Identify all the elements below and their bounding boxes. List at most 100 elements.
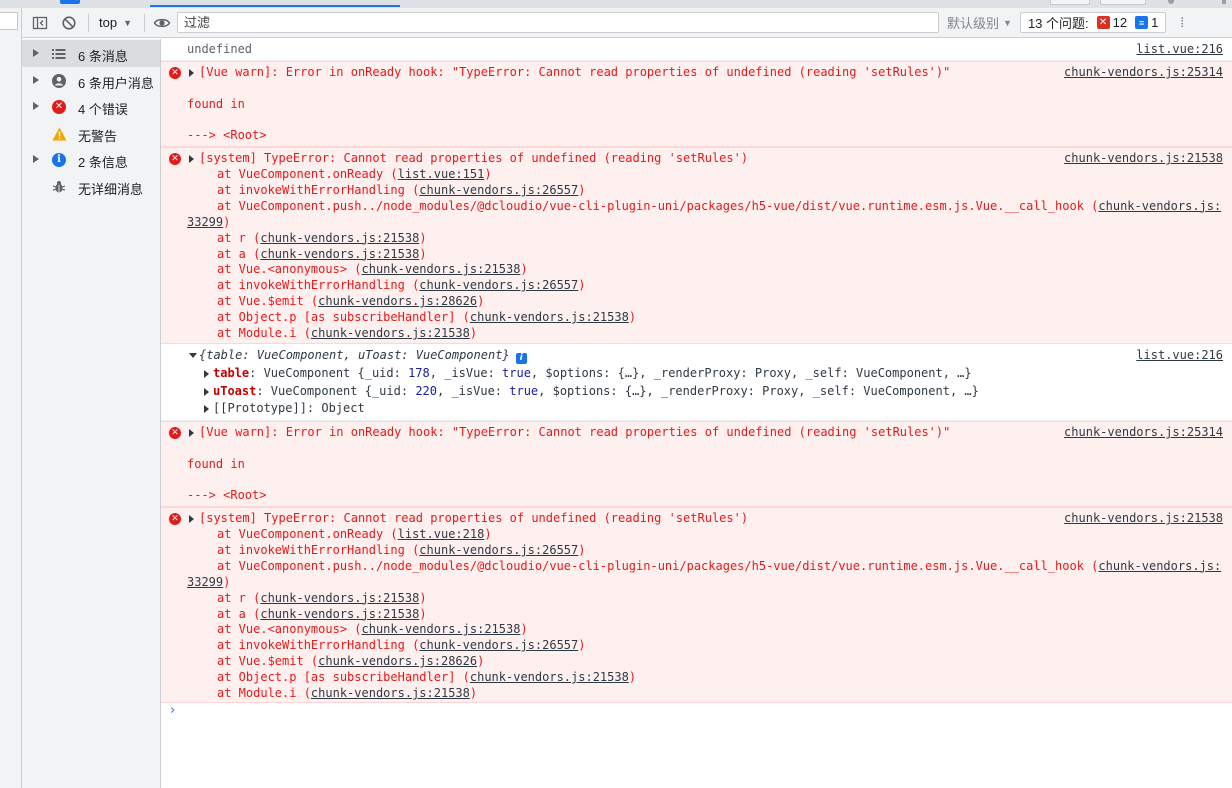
found-in-text: found in <box>187 97 245 111</box>
sidebar-item-user-messages[interactable]: 6 条用户消息 <box>22 67 160 94</box>
stack-frame: at Module.i (chunk-vendors.js:21538) <box>217 326 478 340</box>
browser-tab-strip <box>0 0 1232 8</box>
issues-label: 13 个问题: <box>1027 16 1089 31</box>
strip-dot-right <box>1222 0 1226 4</box>
stack-frame-link[interactable]: chunk-vendors.js:21538 <box>470 670 629 684</box>
expand-arrow-icon[interactable] <box>204 370 209 378</box>
source-link[interactable]: chunk-vendors.js:21538 <box>1064 151 1223 167</box>
live-expression-eye-icon[interactable] <box>151 12 173 34</box>
console-output: undefined list.vue:216 ✕ [Vue warn]: Err… <box>161 39 1232 788</box>
sidebar-item-verbose[interactable]: 无详细消息 <box>22 173 160 200</box>
left-edge-panel <box>0 8 22 788</box>
expand-arrow-icon[interactable] <box>204 405 209 413</box>
stack-frame: at VueComponent.onReady (list.vue:218) <box>217 527 492 541</box>
expand-arrow-icon[interactable] <box>189 515 194 523</box>
log-levels-label: 默认级别 <box>947 16 1000 31</box>
context-label: top <box>99 15 118 30</box>
stack-frame-link[interactable]: list.vue:151 <box>398 167 485 181</box>
error-text: [Vue warn]: Error in onReady hook: "Type… <box>199 425 951 439</box>
stack-frame: 33299) <box>187 214 231 229</box>
source-link[interactable]: chunk-vendors.js:21538 <box>1064 511 1223 527</box>
warning-icon <box>51 126 67 142</box>
context-caret-icon: ▼ <box>123 17 132 28</box>
sidebar-item-errors[interactable]: ✕ 4 个错误 <box>22 93 160 120</box>
stack-frame: at r (chunk-vendors.js:21538) <box>217 590 427 605</box>
settings-gear-icon[interactable]: ⁞ <box>1180 15 1184 30</box>
stack-frame-link[interactable]: chunk-vendors.js:21538 <box>260 231 419 245</box>
issues-button[interactable]: 13 个问题: ✕ 12 ≡ 1 <box>1019 12 1167 33</box>
filter-input[interactable] <box>177 12 939 33</box>
devtools-tab-underline <box>150 5 400 7</box>
stack-frame: at Vue.<anonymous> (chunk-vendors.js:215… <box>217 262 528 277</box>
strip-button-b[interactable] <box>1100 0 1146 5</box>
stack-frame-link[interactable]: chunk-vendors.js:28626 <box>318 294 477 308</box>
stack-frame-link[interactable]: chunk-vendors.js:21538 <box>362 262 521 276</box>
object-summary-line[interactable]: {table: VueComponent, uToast: VueCompone… <box>199 348 527 365</box>
stack-frame: at VueComponent.onReady (list.vue:151) <box>217 167 492 181</box>
sidebar-item-messages[interactable]: 6 条消息 <box>22 40 160 67</box>
stack-frame-link[interactable]: chunk-vendors.js:21538 <box>311 326 470 340</box>
stack-frame-link[interactable]: list.vue:218 <box>398 527 485 541</box>
console-log-message: undefined list.vue:216 <box>161 39 1232 61</box>
sidebar-toggle-icon[interactable] <box>29 12 51 34</box>
sidebar-item-info[interactable]: i 2 条信息 <box>22 146 160 173</box>
sidebar-item-label: 6 条用户消息 <box>78 75 154 91</box>
stack-frame-link[interactable]: chunk-vendors.js:26557 <box>419 638 578 652</box>
stack-frame-link[interactable]: chunk-vendors.js:26557 <box>419 278 578 292</box>
object-info-icon[interactable]: i <box>515 353 527 365</box>
expand-arrow-icon[interactable] <box>33 75 39 84</box>
stack-frame-link[interactable]: chunk-vendors.js:21538 <box>260 607 419 621</box>
stack-frame: at invokeWithErrorHandling (chunk-vendor… <box>217 182 586 197</box>
expand-arrow-icon[interactable] <box>33 49 39 57</box>
expand-arrow-icon[interactable] <box>189 69 194 77</box>
root-text: ---> <Root> <box>187 128 267 142</box>
expand-arrow-icon[interactable] <box>33 102 39 110</box>
sidebar-item-warnings[interactable]: 无警告 <box>22 120 160 147</box>
info-icon: i <box>51 152 67 168</box>
stack-frame-link[interactable]: chunk-vendors.js:26557 <box>419 183 578 197</box>
console-error-message: ✕ [Vue warn]: Error in onReady hook: "Ty… <box>161 61 1232 147</box>
stack-frame: at a (chunk-vendors.js:21538) <box>217 246 427 261</box>
stack-frame-link[interactable]: 33299 <box>187 575 223 589</box>
strip-button-a[interactable] <box>1050 0 1090 5</box>
context-selector[interactable]: top ▼ <box>95 12 136 34</box>
stack-frame-link[interactable]: chunk-vendors.js:21538 <box>470 310 629 324</box>
issues-info-icon: ≡ <box>1135 16 1149 29</box>
collapse-arrow-icon[interactable] <box>189 353 197 358</box>
object-property-utoast[interactable]: uToast: VueComponent {_uid: 220, _isVue:… <box>213 384 979 400</box>
error-icon: ✕ <box>169 153 181 165</box>
console-toolbar: top ▼ 默认级别 ▼ 13 个问题: ✕ 12 ≡ 1 ⁞ <box>22 8 1232 38</box>
source-link[interactable]: chunk-vendors.js:25314 <box>1064 65 1223 81</box>
stack-frame-link[interactable]: chunk-vendors.js: <box>1098 199 1221 213</box>
issues-error-icon: ✕ <box>1096 16 1110 29</box>
stack-frame-link[interactable]: chunk-vendors.js: <box>1098 559 1221 573</box>
error-text: [Vue warn]: Error in onReady hook: "Type… <box>199 65 951 79</box>
console-prompt[interactable]: › <box>170 703 175 718</box>
expand-arrow-icon[interactable] <box>189 429 194 437</box>
source-link[interactable]: list.vue:216 <box>1136 348 1223 364</box>
sidebar-item-label: 无警告 <box>78 128 118 144</box>
stack-frame: at Vue.<anonymous> (chunk-vendors.js:215… <box>217 622 528 637</box>
source-link[interactable]: chunk-vendors.js:25314 <box>1064 425 1223 441</box>
stack-frame-link[interactable]: chunk-vendors.js:28626 <box>318 654 477 668</box>
object-property-table[interactable]: table: VueComponent {_uid: 178, _isVue: … <box>213 366 972 382</box>
stack-frame-link[interactable]: chunk-vendors.js:21538 <box>311 686 470 700</box>
object-prototype[interactable]: [[Prototype]]: Object <box>213 401 365 417</box>
stack-frame-link[interactable]: chunk-vendors.js:21538 <box>260 591 419 605</box>
sidebar-item-label: 2 条信息 <box>78 155 128 170</box>
expand-arrow-icon[interactable] <box>33 155 39 163</box>
console-sidebar: 6 条消息 6 条用户消息 ✕ 4 个错误 无警告 i 2 条信息 无详细消息 <box>22 39 161 788</box>
stack-frame: at r (chunk-vendors.js:21538) <box>217 230 427 245</box>
clear-console-icon[interactable] <box>58 12 80 34</box>
log-levels-dropdown[interactable]: 默认级别 ▼ <box>947 13 1012 32</box>
sidebar-item-label: 无详细消息 <box>78 181 144 197</box>
left-edge-tab[interactable] <box>0 12 18 30</box>
stack-frame-link[interactable]: 33299 <box>187 215 223 229</box>
stack-frame-link[interactable]: chunk-vendors.js:21538 <box>260 247 419 261</box>
expand-arrow-icon[interactable] <box>189 155 194 163</box>
stack-frame-link[interactable]: chunk-vendors.js:26557 <box>419 543 578 557</box>
stack-frame: at a (chunk-vendors.js:21538) <box>217 606 427 621</box>
source-link[interactable]: list.vue:216 <box>1136 42 1223 58</box>
expand-arrow-icon[interactable] <box>204 388 209 396</box>
stack-frame-link[interactable]: chunk-vendors.js:21538 <box>362 622 521 636</box>
